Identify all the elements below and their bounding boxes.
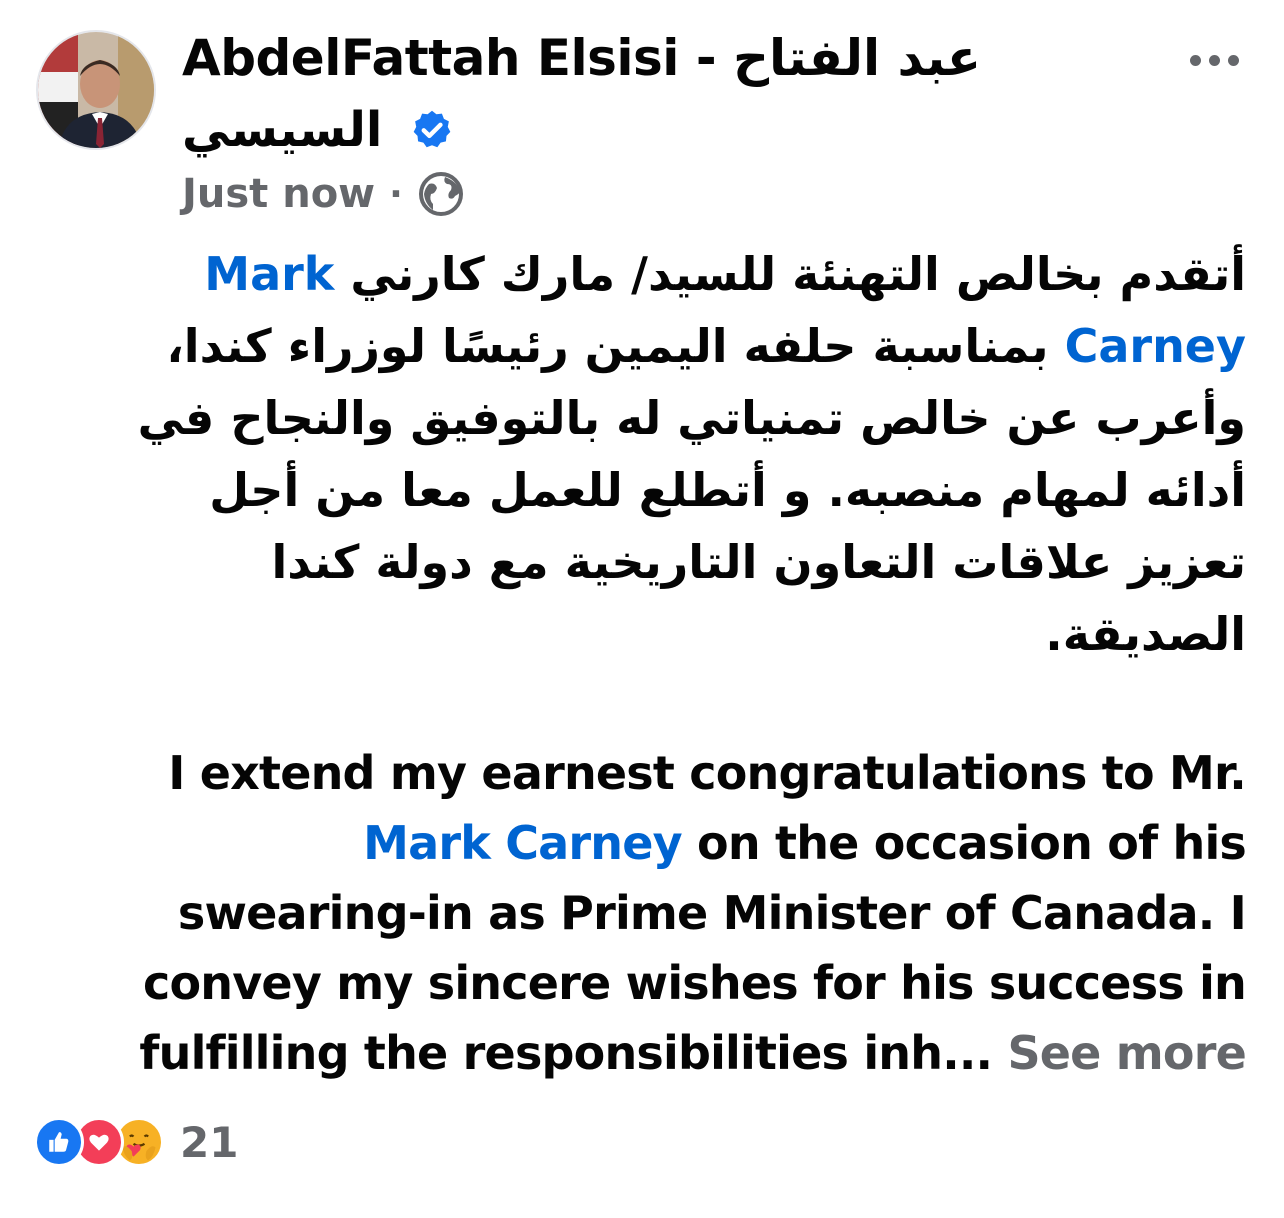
arabic-line-1: أتقدم بخالص التهنئة للسيد/ مارك كارني Ma… [86,238,1246,310]
author-name-row2: السيسي [182,94,454,166]
timestamp-link[interactable]: Just now [182,171,375,217]
avatar-image [38,32,154,148]
author-name-line2[interactable]: السيسي [182,94,382,166]
arabic-line-1-text: أتقدم بخالص التهنئة للسيد/ مارك كارني [350,247,1246,301]
arabic-line-4: أدائه لمهام منصبه. و أتطلع للعمل معا من … [209,463,1246,517]
arabic-line-6: الصديقة. [1045,607,1246,661]
post-meta: Just now · [182,166,465,222]
dot-icon [1208,54,1220,66]
arabic-line-2: Carney بمناسبة حلفه اليمين رئيسًا لوزراء… [86,310,1246,382]
author-name-line1[interactable]: AbdelFattah Elsisi - عبد الفتاح [182,29,981,87]
author-name[interactable]: AbdelFattah Elsisi - عبد الفتاح [182,22,1082,94]
post-text-arabic: أتقدم بخالص التهنئة للسيد/ مارك كارني Ma… [86,238,1246,670]
reaction-count[interactable]: 21 [180,1118,238,1167]
english-line-3: swearing-in as Prime Minister of Canada.… [177,886,1247,940]
english-line-5-text: fulfilling the responsibilities inh... [139,1026,993,1080]
post-text-english: I extend my earnest congratulations to M… [46,738,1246,1088]
like-icon [34,1117,84,1167]
mention-link-carney[interactable]: Carney [1065,319,1246,373]
globe-icon[interactable] [417,170,465,218]
english-line-5: fulfilling the responsibilities inh... S… [46,1018,1246,1088]
dot-icon [1227,54,1239,66]
english-line-2-text: on the occasion of his [681,816,1247,870]
arabic-line-5: تعزيز علاقات التعاون التاريخية مع دولة ك… [271,535,1246,589]
english-line-4: convey my sincere wishes for his success… [143,956,1247,1010]
dot-icon [1189,54,1201,66]
reactions-summary[interactable]: 21 [34,1112,238,1172]
english-line-2: Mark Carney on the occasion of his [46,808,1247,878]
meta-separator: · [389,173,403,215]
mention-link-mark[interactable]: Mark [204,247,334,301]
verified-badge-icon [413,110,451,148]
arabic-line-2-text: بمناسبة حلفه اليمين رئيسًا لوزراء كندا، [166,319,1049,373]
see-more-button[interactable]: See more [1007,1026,1246,1080]
arabic-line-3: وأعرب عن خالص تمنياتي له بالتوفيق والنجا… [137,391,1246,445]
more-options-button[interactable] [1184,40,1244,80]
english-line-1: I extend my earnest congratulations to M… [168,746,1247,800]
author-avatar[interactable] [36,30,156,150]
mention-link-mark-carney[interactable]: Mark Carney [363,816,683,870]
